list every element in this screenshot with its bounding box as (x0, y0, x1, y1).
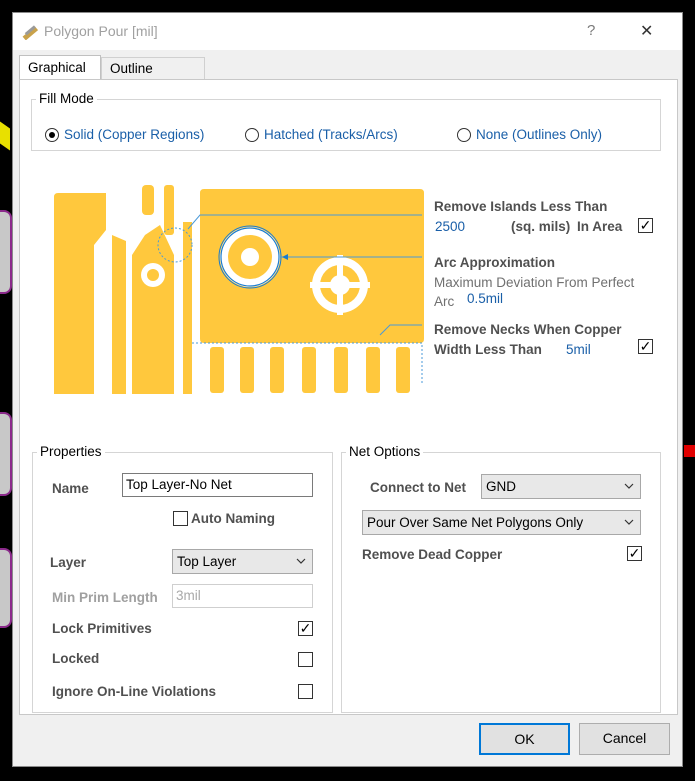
remove-islands-value[interactable]: 2500 (435, 219, 465, 234)
background-red-marker (684, 445, 695, 457)
locked-label: Locked (52, 651, 100, 666)
polygon-pour-dialog: Polygon Pour [mil] ? ✕ Graphical Outline… (12, 12, 683, 767)
locked-checkbox[interactable] (298, 652, 313, 667)
title-bar: Polygon Pour [mil] ? ✕ (13, 13, 682, 50)
min-prim-length-label: Min Prim Length (52, 590, 158, 605)
remove-necks-value[interactable]: 5mil (566, 342, 591, 357)
radio-none-label: None (Outlines Only) (476, 127, 603, 142)
chevron-down-icon (624, 519, 634, 525)
remove-islands-suffix: In Area (577, 219, 623, 234)
radio-circle (245, 128, 259, 142)
auto-naming-label: Auto Naming (191, 511, 275, 526)
ignore-violations-checkbox[interactable] (298, 684, 313, 699)
window-title: Polygon Pour [mil] (44, 23, 158, 39)
min-prim-length-field: 3mil (172, 584, 313, 608)
background-purple-pad (0, 412, 12, 496)
remove-dead-copper-label: Remove Dead Copper (362, 547, 503, 562)
layer-select-value: Top Layer (177, 554, 237, 569)
properties-legend: Properties (37, 444, 105, 459)
lock-primitives-label: Lock Primitives (52, 621, 152, 636)
connect-to-net-value: GND (486, 479, 516, 494)
graphical-panel: Fill Mode Solid (Copper Regions) Hatched… (19, 79, 678, 715)
check-mark: ✓ (639, 217, 652, 233)
arc-approx-desc-line1: Maximum Deviation From Perfect (434, 275, 635, 290)
close-button[interactable]: ✕ (640, 21, 653, 41)
name-label: Name (52, 481, 89, 496)
net-options-legend: Net Options (346, 444, 424, 459)
fill-mode-legend: Fill Mode (36, 91, 97, 106)
ignore-violations-label: Ignore On-Line Violations (52, 684, 217, 699)
fill-mode-group: Fill Mode Solid (Copper Regions) Hatched… (31, 91, 661, 151)
pour-mode-select[interactable]: Pour Over Same Net Polygons Only (362, 510, 641, 535)
radio-hatched-label: Hatched (Tracks/Arcs) (264, 127, 398, 142)
remove-dead-copper-checkbox[interactable]: ✓ (627, 545, 642, 561)
remove-necks-checkbox[interactable]: ✓ (638, 338, 653, 354)
layer-label: Layer (50, 555, 87, 570)
ok-button[interactable]: OK (479, 723, 570, 755)
tab-outline-vertices[interactable]: Outline Vertices (101, 57, 205, 98)
cancel-button[interactable]: Cancel (579, 723, 670, 755)
arc-approx-value[interactable]: 0.5mil (467, 291, 503, 306)
polygon-pour-icon (22, 25, 39, 40)
check-mark: ✓ (628, 545, 641, 561)
background-purple-pad (0, 210, 12, 294)
polygon-preview-illustration (54, 185, 424, 394)
connect-to-net-select[interactable]: GND (481, 474, 641, 499)
layer-select[interactable]: Top Layer (172, 549, 313, 574)
check-mark: ✓ (639, 338, 652, 354)
radio-circle (457, 128, 471, 142)
radio-circle (45, 128, 59, 142)
arc-approx-label: Arc Approximation (434, 255, 556, 270)
connect-to-net-label: Connect to Net (370, 480, 466, 495)
remove-necks-label-line1: Remove Necks When Copper (434, 322, 622, 337)
pour-mode-value: Pour Over Same Net Polygons Only (367, 515, 584, 530)
background-purple-pad (0, 548, 12, 628)
chevron-down-icon (624, 483, 634, 489)
arc-approx-desc-line2: Arc (434, 294, 455, 309)
help-button[interactable]: ? (587, 22, 595, 39)
radio-solid-label: Solid (Copper Regions) (64, 127, 205, 142)
remove-islands-label: Remove Islands Less Than (434, 199, 608, 214)
check-mark: ✓ (299, 620, 312, 636)
auto-naming-checkbox[interactable] (173, 511, 188, 526)
tab-graphical[interactable]: Graphical (19, 55, 101, 80)
chevron-down-icon (296, 558, 306, 564)
radio-selected-dot (49, 132, 55, 138)
name-field[interactable]: Top Layer-No Net (122, 473, 313, 497)
properties-group: Properties Name Top Layer-No Net Auto Na… (32, 444, 333, 713)
remove-islands-checkbox[interactable]: ✓ (638, 217, 653, 233)
lock-primitives-checkbox[interactable]: ✓ (298, 620, 313, 636)
background-yellow-marker (0, 121, 10, 151)
net-options-group: Net Options Connect to Net GND Pour Over… (341, 444, 661, 713)
remove-islands-unit: (sq. mils) (511, 219, 571, 234)
remove-necks-label-line2: Width Less Than (434, 342, 542, 357)
